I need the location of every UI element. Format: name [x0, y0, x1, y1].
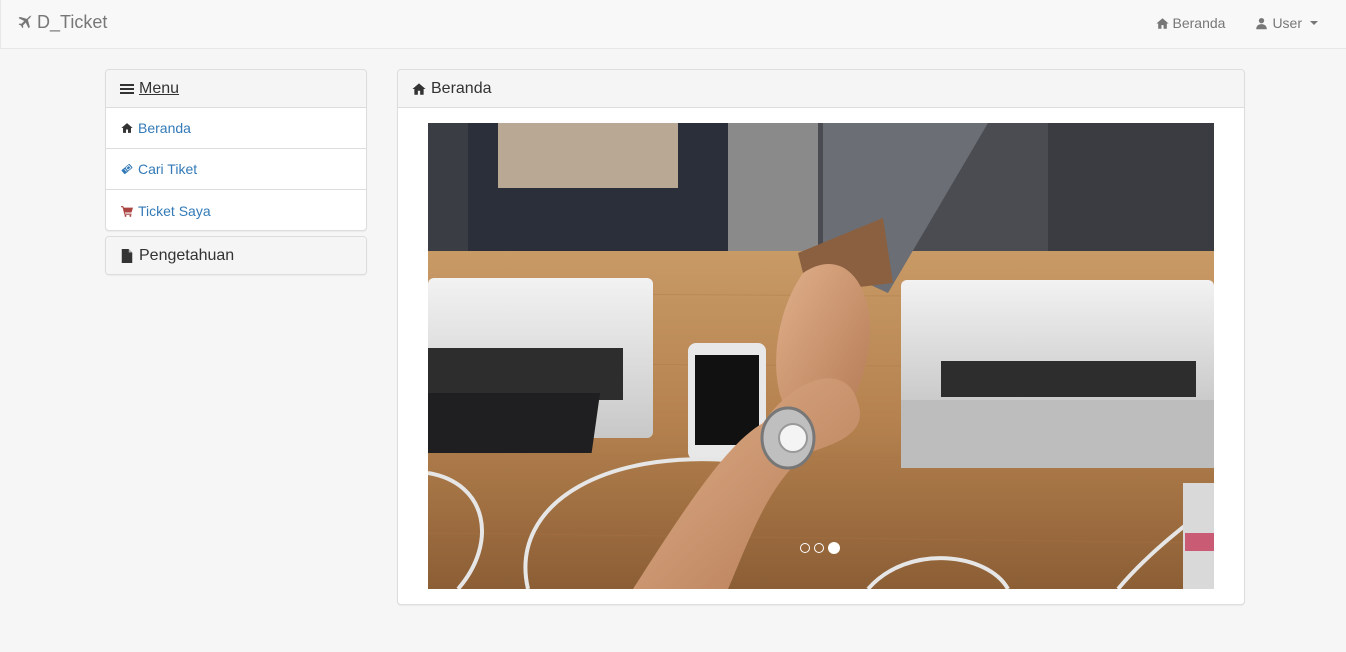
sidebar-item-label: Cari Tiket	[138, 161, 198, 177]
sidebar-item-label: Ticket Saya	[138, 202, 211, 219]
page-title: Beranda	[431, 79, 492, 97]
knowledge-title: Pengetahuan	[139, 246, 235, 264]
menu-panel: Menu Beranda Cari Tiket Ticket Saya	[105, 69, 367, 231]
user-dropdown[interactable]: User	[1255, 15, 1318, 31]
brand-link[interactable]: D_Ticket	[17, 12, 107, 33]
carousel-indicator-2[interactable]	[814, 543, 824, 553]
carousel-slide-image	[428, 123, 1214, 589]
menu-title: Menu	[139, 79, 180, 97]
nav-home-label: Beranda	[1172, 15, 1226, 31]
chevron-down-icon	[1310, 21, 1318, 25]
home-icon	[121, 123, 133, 133]
user-icon	[1256, 17, 1268, 29]
sidebar-item-beranda[interactable]: Beranda	[106, 108, 366, 149]
home-icon	[1155, 17, 1169, 29]
carousel-indicator-3[interactable]	[828, 542, 840, 554]
nav-home-link[interactable]: Beranda	[1155, 15, 1226, 31]
carousel-indicator-1[interactable]	[800, 543, 810, 553]
home-icon	[412, 82, 426, 95]
top-navbar: D_Ticket Beranda User	[0, 0, 1346, 49]
menu-panel-heading[interactable]: Menu	[106, 70, 366, 108]
main-panel-heading: Beranda	[398, 70, 1244, 108]
carousel-indicators	[800, 542, 840, 554]
ticket-icon	[121, 163, 133, 175]
cart-icon	[121, 205, 133, 217]
file-icon	[121, 248, 133, 263]
main-panel: Beranda	[397, 69, 1245, 605]
sidebar-item-label: Beranda	[138, 120, 191, 136]
sidebar-item-cari-tiket[interactable]: Cari Tiket	[106, 149, 366, 190]
knowledge-panel: Pengetahuan	[105, 236, 367, 275]
bars-icon	[120, 83, 134, 94]
plane-icon	[18, 15, 32, 29]
brand-title: D_Ticket	[37, 12, 108, 32]
image-carousel[interactable]	[428, 123, 1214, 589]
user-label: User	[1272, 15, 1302, 31]
sidebar-item-ticket-saya[interactable]: Ticket Saya	[106, 190, 366, 231]
knowledge-panel-heading[interactable]: Pengetahuan	[106, 237, 366, 274]
